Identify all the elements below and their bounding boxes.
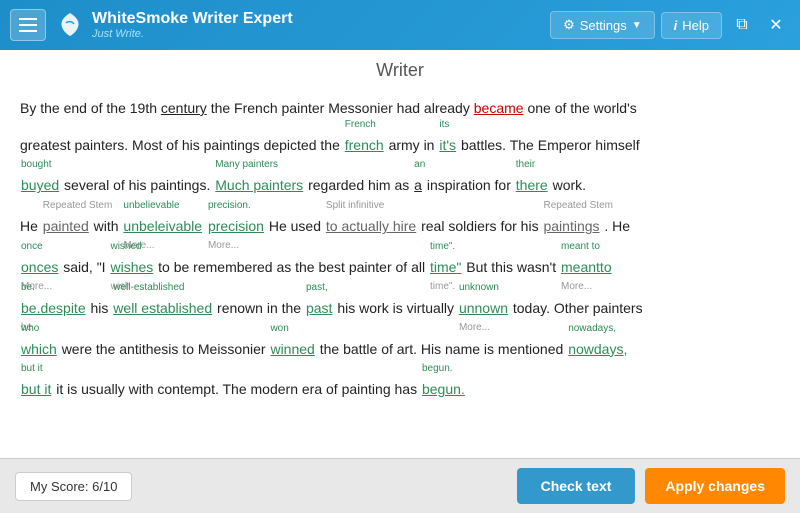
time-correction: time". time" time". bbox=[430, 252, 461, 283]
main-area: Writer By the end of the 19th century th… bbox=[0, 50, 800, 458]
app-title: WhiteSmoke Writer Expert bbox=[92, 10, 293, 28]
text-line-4d: He used bbox=[269, 218, 325, 234]
gear-icon: ⚙ bbox=[563, 17, 575, 33]
winned-correction: won winned bbox=[270, 334, 314, 365]
french-correction: French french bbox=[345, 130, 384, 161]
begun-correction: begun. begun. bbox=[422, 374, 465, 405]
text-line-3c: inspiration for bbox=[427, 177, 515, 193]
text-line-3d: work. bbox=[553, 177, 586, 193]
text-line-8a: it is usually with contempt. The modern … bbox=[56, 381, 421, 397]
butit-correction: but it but it bbox=[21, 374, 51, 405]
painted-correction: Repeated Stem painted bbox=[43, 211, 89, 242]
logo-icon bbox=[56, 11, 84, 39]
info-icon: i bbox=[674, 18, 678, 33]
text-area[interactable]: By the end of the 19th century the Frenc… bbox=[0, 87, 800, 451]
text-line-2c: battles. The Emperor himself bbox=[461, 137, 640, 153]
unknown-correction: unknown unnown More... bbox=[459, 293, 508, 324]
split-infinitive-correction: Split infinitive to actually hire bbox=[326, 211, 416, 242]
text-line-3b: regarded him as bbox=[308, 177, 413, 193]
text-line-7a: were the antithesis to Meissonier bbox=[62, 341, 270, 357]
check-text-button[interactable]: Check text bbox=[517, 468, 636, 504]
text-line-2b: army in bbox=[389, 137, 439, 153]
bottom-bar: My Score: 6/10 Check text Apply changes bbox=[0, 458, 800, 513]
past-correction: past, past bbox=[306, 293, 332, 324]
its-correction: its it's bbox=[439, 130, 456, 161]
restore-button[interactable]: ⧉ bbox=[728, 11, 756, 39]
close-button[interactable]: ✕ bbox=[762, 11, 790, 39]
text-line-4b: with bbox=[94, 218, 123, 234]
title-bar: WhiteSmoke Writer Expert Just Write. ⚙ S… bbox=[0, 0, 800, 50]
apply-changes-button[interactable]: Apply changes bbox=[645, 468, 785, 504]
an-correction: an a bbox=[414, 170, 422, 201]
text-line-5c: But this wasn't bbox=[466, 259, 560, 275]
logo-area: WhiteSmoke Writer Expert Just Write. bbox=[56, 10, 540, 40]
text-line-6a: his bbox=[91, 300, 113, 316]
text-line-7b: the battle of art. His name is mentioned bbox=[320, 341, 567, 357]
menu-button[interactable] bbox=[10, 9, 46, 41]
app-subtitle: Just Write. bbox=[92, 28, 293, 40]
app-title-group: WhiteSmoke Writer Expert Just Write. bbox=[92, 10, 293, 40]
well-established-correction: well-established well established bbox=[113, 293, 212, 324]
precision-correction: precision. precision More... bbox=[208, 211, 264, 242]
text-line-2: greatest painters. Most of his paintings… bbox=[20, 137, 344, 153]
chevron-down-icon: ▼ bbox=[632, 20, 642, 31]
text-line-6b: renown in the bbox=[217, 300, 305, 316]
text-line-3a: several of his paintings. bbox=[64, 177, 214, 193]
text-line-5a: said, "I bbox=[63, 259, 109, 275]
text-line-4f: . He bbox=[604, 218, 630, 234]
text-line-5b: to be remembered as the best painter of … bbox=[158, 259, 429, 275]
text-line-6d: today. Other painters bbox=[513, 300, 643, 316]
writer-title: Writer bbox=[0, 50, 800, 87]
text-line-4e: real soldiers for his bbox=[421, 218, 542, 234]
help-button[interactable]: i Help bbox=[661, 12, 722, 39]
score-badge: My Score: 6/10 bbox=[15, 472, 132, 501]
text-line-1: By the end of the 19th century the Frenc… bbox=[20, 100, 637, 116]
meantto-correction: meant to meantto More... bbox=[561, 252, 612, 283]
nowdays-correction: nowadays, nowdays, bbox=[568, 334, 627, 365]
title-actions: ⚙ Settings ▼ i Help ⧉ ✕ bbox=[550, 11, 790, 39]
text-line-4a: He bbox=[20, 218, 42, 234]
settings-button[interactable]: ⚙ Settings ▼ bbox=[550, 11, 655, 39]
text-line-6c: his work is virtually bbox=[337, 300, 458, 316]
